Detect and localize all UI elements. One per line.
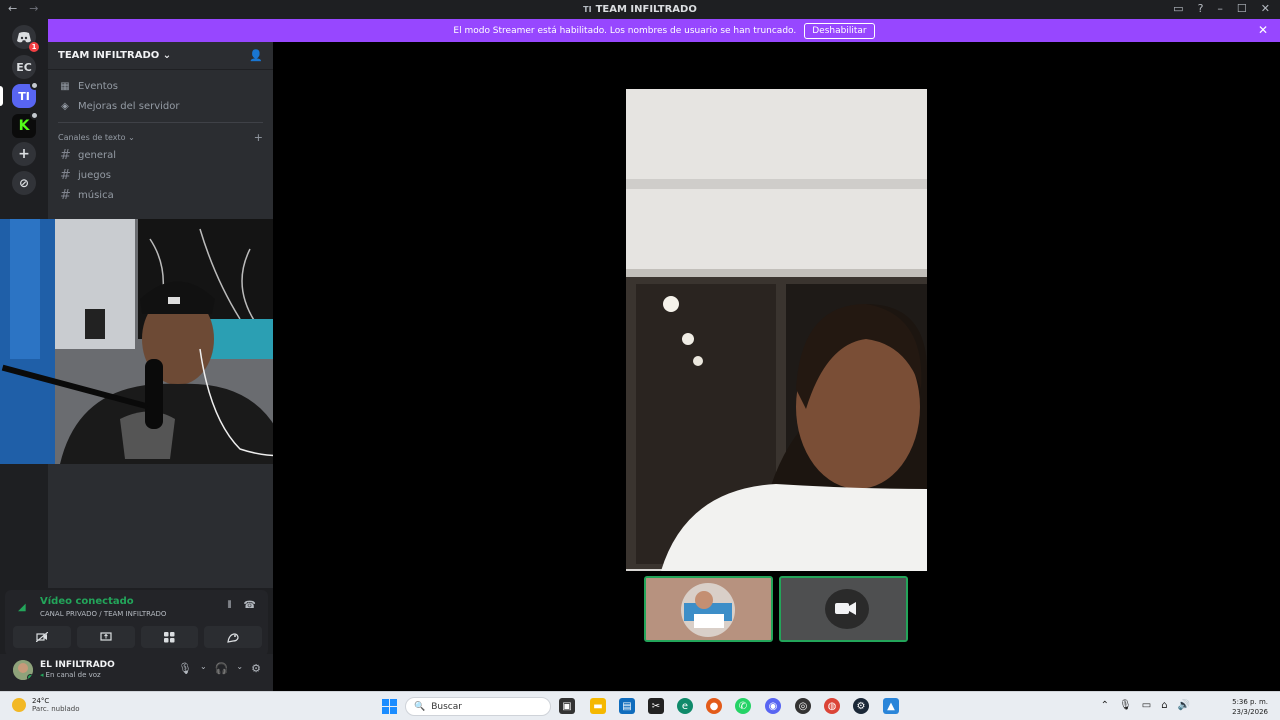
kick-icon[interactable]: K <box>12 111 39 138</box>
hash-icon: # <box>60 147 71 163</box>
chrome-icon[interactable]: ◍ <box>824 698 840 714</box>
hash-icon: # <box>60 167 71 183</box>
os-taskbar: 24°C Parc. nublado 🔍 Buscar ▣ ▬ ▤ ✂ e ● … <box>0 691 1280 720</box>
server-status-dot <box>30 81 39 90</box>
server-ec[interactable]: EC <box>12 55 36 79</box>
microphone-icon[interactable]: 🎙 <box>178 662 192 675</box>
notification-badge: 1 <box>29 42 39 52</box>
signal-icon: ◢ <box>18 602 26 613</box>
sidebar-item-eventos[interactable]: ▦ Eventos <box>48 76 273 96</box>
discord-home-icon[interactable]: 1 <box>12 25 39 52</box>
banner-message: El modo Streamer está habilitado. Los no… <box>453 25 797 36</box>
video-call-stage <box>273 42 1280 691</box>
weather-desc: Parc. nublado <box>32 705 80 713</box>
sidebar-item-mejoras[interactable]: ◈ Mejoras del servidor <box>48 96 273 116</box>
system-tray: ⌃ 🎙 ▭ ⌂ 🔊 <box>1101 700 1190 711</box>
focused-video-tile[interactable] <box>626 89 927 571</box>
headphones-icon[interactable]: 🎧 <box>215 662 229 675</box>
hash-icon: # <box>60 187 71 203</box>
mic-options-chevron-icon[interactable]: ⌄ <box>200 662 207 675</box>
whatsapp-icon[interactable]: ✆ <box>735 698 751 714</box>
channel-general[interactable]: # general <box>48 145 273 165</box>
taskbar-search[interactable]: 🔍 Buscar <box>405 697 551 716</box>
window-title: TI TEAM INFILTRADO <box>583 4 697 15</box>
server-status-dot <box>30 111 39 120</box>
voice-status[interactable]: Vídeo conectado <box>40 596 134 607</box>
task-view-icon[interactable]: ▣ <box>559 698 575 714</box>
file-explorer-icon[interactable]: ▬ <box>590 698 606 714</box>
add-channel-icon[interactable]: + <box>254 131 263 144</box>
maximize-icon[interactable]: ☐ <box>1237 2 1247 15</box>
disconnect-icon[interactable]: ☎ <box>244 600 256 611</box>
server-header[interactable]: TEAM INFILTRADO ⌄ 👤 <box>48 42 273 70</box>
network-icon[interactable]: ⌂ <box>1161 700 1167 711</box>
activities-button[interactable] <box>140 626 199 648</box>
user-status: ◂ En canal de voz <box>40 671 101 679</box>
minimize-icon[interactable]: – <box>1217 2 1223 15</box>
weather-widget[interactable]: 24°C Parc. nublado <box>12 697 80 713</box>
windows-start-icon[interactable] <box>381 698 397 714</box>
clock-date: 23/3/2026 <box>1232 708 1268 716</box>
streamer-webcam-overlay <box>0 219 303 464</box>
active-server-pill <box>0 86 3 106</box>
clock-time: 5:36 p. m. <box>1232 698 1268 706</box>
server-team-infiltrado[interactable]: TI <box>12 81 39 108</box>
participant-tile-camera-off[interactable] <box>779 576 908 642</box>
close-window-icon[interactable]: ✕ <box>1261 2 1270 15</box>
inbox-icon[interactable]: ▭ <box>1173 2 1183 15</box>
display-tray-icon[interactable]: ▭ <box>1142 700 1151 711</box>
user-name: EL INFILTRADO <box>40 660 115 670</box>
streamer-mode-banner: El modo Streamer está habilitado. Los no… <box>48 19 1280 42</box>
discover-icon[interactable]: ⊘ <box>12 171 36 195</box>
channel-juegos[interactable]: # juegos <box>48 165 273 185</box>
weather-temp: 24°C <box>32 697 50 705</box>
microphone-tray-icon[interactable]: 🎙 <box>1119 700 1132 711</box>
close-banner-icon[interactable]: ✕ <box>1258 23 1268 37</box>
channel-sidebar: TEAM INFILTRADO ⌄ 👤 ▦ Eventos ◈ Mejoras … <box>48 42 273 219</box>
soundboard-button[interactable] <box>204 626 262 648</box>
noise-suppression-icon[interactable]: ⫴ <box>227 600 231 611</box>
photos-icon[interactable]: ▲ <box>883 698 899 714</box>
calendar-icon: ▦ <box>60 80 70 92</box>
screen-share-button[interactable] <box>76 626 135 648</box>
capcut-icon[interactable]: ✂ <box>648 698 664 714</box>
discord-taskbar-icon[interactable]: ◉ <box>765 698 781 714</box>
server-mini-icon: TI <box>583 5 592 14</box>
disable-streamer-button[interactable]: Deshabilitar <box>804 22 875 39</box>
store-icon[interactable]: ▤ <box>619 698 635 714</box>
edge-icon[interactable]: e <box>677 698 693 714</box>
clock[interactable]: 5:36 p. m. 23/3/2026 <box>1232 697 1268 717</box>
category-text-channels[interactable]: Canales de texto ⌄ + <box>48 129 273 145</box>
obs-icon[interactable]: ◎ <box>795 698 811 714</box>
channel-musica[interactable]: # música <box>48 185 273 205</box>
chevron-down-icon: ⌄ <box>162 50 172 61</box>
server-name: TEAM INFILTRADO <box>58 50 160 61</box>
divider <box>58 122 263 123</box>
participant-tile[interactable] <box>644 576 773 642</box>
invite-people-icon[interactable]: 👤 <box>249 49 263 62</box>
window-titlebar: ← → TI TEAM INFILTRADO ▭ ? – ☐ ✕ <box>0 0 1280 19</box>
voice-status-icon: ◂ <box>40 671 44 679</box>
partly-cloudy-icon <box>12 698 26 712</box>
user-panel: EL INFILTRADO ◂ En canal de voz 🎙 ⌄ 🎧 ⌄ ⚙ <box>0 654 273 691</box>
help-icon[interactable]: ? <box>1198 2 1204 15</box>
voice-channel-path[interactable]: CANAL PRIVADO / TEAM INFILTRADO <box>40 610 166 618</box>
volume-icon[interactable]: 🔊 <box>1178 700 1190 711</box>
firefox-icon[interactable]: ● <box>706 698 722 714</box>
camera-off-button[interactable] <box>13 626 71 648</box>
voice-connection-panel: ◢ Vídeo conectado CANAL PRIVADO / TEAM I… <box>5 590 268 656</box>
chevron-up-icon[interactable]: ⌃ <box>1101 700 1109 711</box>
steam-icon[interactable]: ⚙ <box>853 698 869 714</box>
add-server-icon[interactable]: + <box>12 142 36 166</box>
avatar[interactable] <box>13 660 33 680</box>
search-icon: 🔍 <box>414 701 426 712</box>
boost-icon: ◈ <box>61 100 69 112</box>
audio-options-chevron-icon[interactable]: ⌄ <box>236 662 243 675</box>
settings-gear-icon[interactable]: ⚙ <box>251 662 261 675</box>
chevron-down-icon: ⌄ <box>128 132 135 142</box>
channel-sidebar-lower <box>48 464 273 588</box>
search-placeholder: Buscar <box>431 701 462 712</box>
online-status-dot <box>27 674 33 680</box>
